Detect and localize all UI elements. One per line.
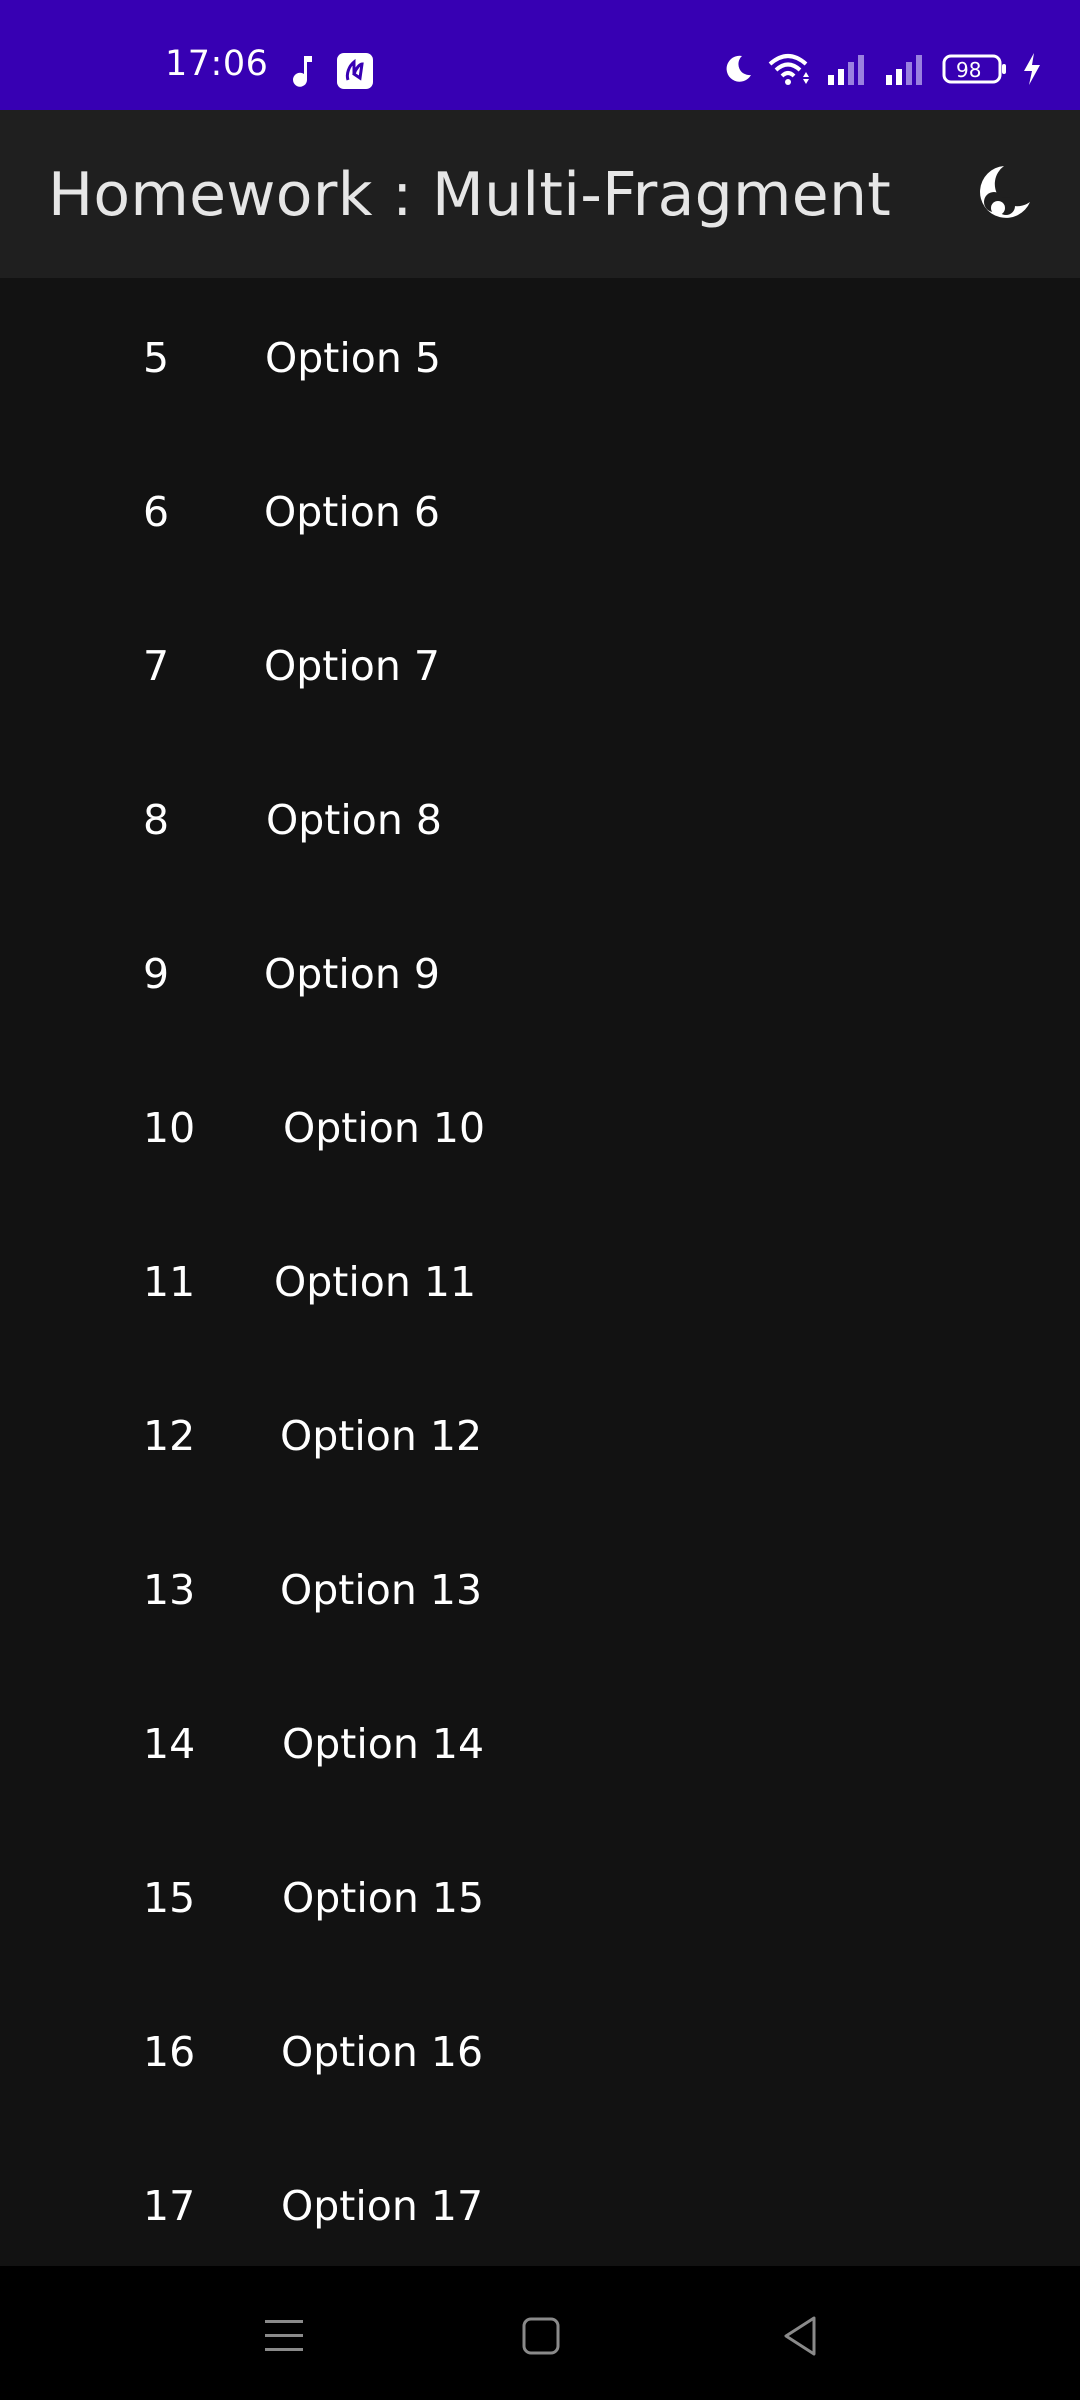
item-number: 6 [143,488,170,536]
home-button[interactable] [511,2306,571,2366]
signal-icon [826,53,870,85]
item-number: 13 [143,1566,196,1614]
wifi-icon [768,52,812,86]
notification-app-icon [336,52,374,90]
item-number: 15 [143,1874,196,1922]
list-item[interactable]: 9 Option 9 [0,894,1080,1048]
charging-icon [1022,52,1042,86]
list-item[interactable]: 12 Option 12 [0,1356,1080,1510]
item-number: 9 [143,950,170,998]
option-list[interactable]: 5 Option 5 6 Option 6 7 Option 7 8 Optio… [0,278,1080,2266]
list-item[interactable]: 10 Option 10 [0,1048,1080,1202]
recents-button[interactable] [254,2306,314,2366]
battery-icon: 98 [942,53,1008,85]
item-label: Option 9 [264,950,440,998]
list-item[interactable]: 11 Option 11 [0,1202,1080,1356]
item-number: 7 [143,642,170,690]
signal-icon [884,53,928,85]
list-item[interactable]: 15 Option 15 [0,1818,1080,1972]
item-number: 16 [143,2028,196,2076]
item-label: Option 17 [281,2182,484,2230]
list-item[interactable]: 5 Option 5 [0,278,1080,432]
item-number: 17 [143,2182,196,2230]
item-label: Option 11 [274,1258,477,1306]
list-item[interactable]: 7 Option 7 [0,586,1080,740]
item-label: Option 14 [282,1720,485,1768]
item-label: Option 8 [266,796,442,844]
item-number: 12 [143,1412,196,1460]
item-label: Option 13 [280,1566,483,1614]
item-label: Option 5 [265,334,441,382]
list-item[interactable]: 14 Option 14 [0,1664,1080,1818]
home-icon [521,2316,561,2356]
item-label: Option 10 [283,1104,486,1152]
page-title: Homework : Multi-Fragment [48,160,892,230]
list-item[interactable]: 6 Option 6 [0,432,1080,586]
list-item[interactable]: 8 Option 8 [0,740,1080,894]
item-number: 5 [143,334,170,382]
item-number: 8 [143,796,170,844]
status-time: 17:06 [165,44,269,84]
item-label: Option 12 [280,1412,483,1460]
item-label: Option 7 [264,642,440,690]
item-number: 14 [143,1720,196,1768]
music-note-icon [290,54,316,88]
item-number: 11 [143,1258,196,1306]
item-label: Option 6 [264,488,440,536]
app-bar: Homework : Multi-Fragment [0,110,1080,278]
night-mode-toggle-button[interactable] [966,158,1038,230]
list-item[interactable]: 17 Option 17 [0,2126,1080,2266]
list-item[interactable]: 16 Option 16 [0,1972,1080,2126]
menu-icon [263,2316,305,2356]
item-label: Option 15 [282,1874,485,1922]
battery-level: 98 [956,58,982,82]
system-nav-bar [0,2266,1080,2400]
night-mode-icon [970,162,1034,226]
back-button[interactable] [770,2306,830,2366]
do-not-disturb-icon [722,53,754,85]
item-label: Option 16 [281,2028,484,2076]
status-bar: 17:06 98 [0,0,1080,110]
back-icon [780,2315,820,2357]
item-number: 10 [143,1104,196,1152]
list-item[interactable]: 13 Option 13 [0,1510,1080,1664]
